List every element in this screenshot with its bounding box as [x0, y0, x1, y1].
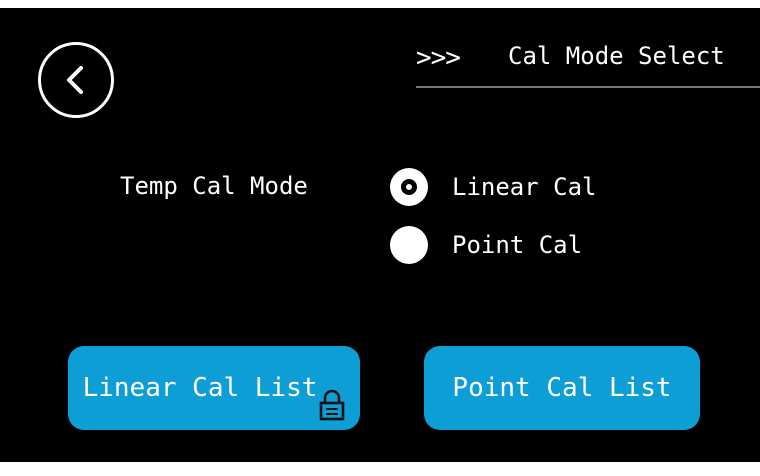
radio-point-cal-label: Point Cal	[452, 231, 583, 259]
radio-linear-cal-label: Linear Cal	[452, 173, 597, 201]
radio-point-cal[interactable]: Point Cal	[390, 226, 582, 264]
point-cal-list-label: Point Cal List	[452, 373, 672, 403]
point-cal-list-button[interactable]: Point Cal List	[424, 346, 700, 430]
page-title: Cal Mode Select	[508, 42, 725, 70]
radio-dot	[401, 179, 417, 195]
chevron-left-icon	[67, 66, 83, 94]
screen: >>> Cal Mode Select Temp Cal Mode Linear…	[0, 8, 760, 462]
page-title-bar: >>> Cal Mode Select	[416, 30, 760, 88]
radio-selected-icon	[390, 168, 428, 206]
radio-linear-cal[interactable]: Linear Cal	[390, 168, 597, 206]
lock-icon	[320, 389, 345, 421]
radio-unselected-icon	[390, 226, 428, 264]
title-chevrons: >>>	[416, 43, 461, 73]
linear-cal-list-button[interactable]: Linear Cal List	[68, 346, 360, 430]
temp-cal-mode-label: Temp Cal Mode	[120, 172, 308, 200]
linear-cal-list-content: Linear Cal List	[82, 373, 346, 421]
back-button[interactable]	[38, 42, 114, 118]
linear-cal-list-label: Linear Cal List	[82, 373, 318, 403]
